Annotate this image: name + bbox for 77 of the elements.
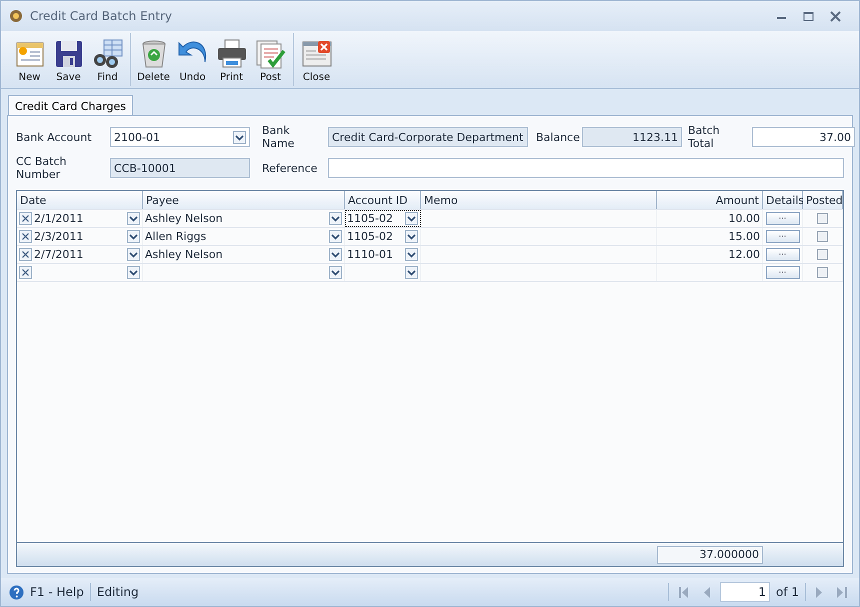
toolbar-button[interactable]: Delete [134, 33, 173, 86]
dropdown-caret-icon[interactable] [405, 248, 418, 261]
toolbar-button[interactable]: Post [251, 33, 290, 86]
window-title: Credit Card Batch Entry [30, 9, 174, 23]
close-icon[interactable] [830, 10, 841, 22]
batch-total-field[interactable]: 37.00 [752, 127, 855, 147]
column-header[interactable]: Details [763, 191, 803, 209]
column-header[interactable]: Account ID [345, 191, 421, 209]
posted-checkbox[interactable] [817, 249, 828, 260]
dropdown-caret-icon[interactable] [405, 230, 418, 243]
payee-cell-text: Ashley Nelson [145, 212, 224, 225]
batch-number-field[interactable]: CCB-10001 [110, 158, 250, 178]
amount-cell: 12.00 [728, 248, 760, 261]
amount-cell: 10.00 [728, 212, 760, 225]
date-cell-text: 2/7/2011 [34, 248, 84, 261]
dropdown-caret-icon[interactable] [329, 230, 342, 243]
bank-name-field[interactable]: Credit Card-Corporate Department [328, 127, 528, 147]
account-id-cell-text: 1110-01 [347, 248, 394, 261]
dropdown-caret-icon[interactable] [329, 266, 342, 279]
details-button[interactable]: ··· [766, 212, 800, 225]
account-id-cell-text: 1105-02 [347, 230, 394, 243]
details-button[interactable]: ··· [766, 248, 800, 261]
amount-cell: 15.00 [728, 230, 760, 243]
payee-cell-text: Ashley Nelson [145, 248, 224, 261]
page-number-field[interactable]: 1 [720, 582, 770, 602]
field-label: CC Batch Number [16, 155, 68, 181]
posted-checkbox[interactable] [817, 213, 828, 224]
field-label: Reference [262, 162, 318, 174]
toolbar-button[interactable]: Close [297, 33, 336, 86]
app-icon [9, 9, 23, 23]
delete-row-icon[interactable] [19, 230, 32, 243]
column-header[interactable]: Memo [421, 191, 657, 209]
toolbar-button[interactable]: Save [49, 33, 88, 86]
dropdown-caret-icon[interactable] [405, 266, 418, 279]
delete-row-icon[interactable] [19, 212, 32, 225]
mode-status: Editing [96, 585, 140, 599]
details-button[interactable]: ··· [766, 266, 800, 279]
dropdown-caret-icon[interactable] [233, 130, 246, 144]
help-hint: F1 - Help [30, 585, 84, 599]
payee-cell-text: Allen Riggs [145, 230, 208, 243]
column-header[interactable]: Payee [143, 191, 345, 209]
details-button[interactable]: ··· [766, 230, 800, 243]
toolbar-button[interactable]: Find [88, 33, 127, 86]
field-label: Bank Account [16, 130, 93, 144]
amount-total-field: 37.000000 [657, 546, 763, 564]
delete-row-icon[interactable] [19, 248, 32, 261]
delete-row-icon[interactable] [19, 266, 32, 279]
toolbar-button[interactable]: Undo [173, 33, 212, 86]
posted-checkbox[interactable] [817, 231, 828, 242]
date-cell-text: 2/3/2011 [34, 230, 84, 243]
column-header[interactable]: Posted [803, 191, 843, 209]
bank-account-dropdown[interactable]: 2100-01 [110, 127, 250, 147]
document-checkmark-icon [254, 38, 286, 70]
tab[interactable]: Credit Card Charges [8, 95, 134, 116]
account-id-cell-text: 1105-02 [347, 212, 394, 225]
balance-field[interactable]: 1123.11 [582, 127, 682, 147]
posted-checkbox[interactable] [817, 267, 828, 278]
dropdown-caret-icon[interactable] [127, 212, 140, 225]
binoculars-icon [92, 38, 124, 70]
dropdown-caret-icon[interactable] [127, 266, 140, 279]
maximize-icon[interactable] [803, 10, 814, 22]
help-icon[interactable] [9, 584, 24, 600]
dropdown-caret-icon[interactable] [127, 248, 140, 261]
dropdown-caret-icon[interactable] [329, 248, 342, 261]
column-header[interactable]: Date [17, 191, 143, 209]
dropdown-caret-icon[interactable] [329, 212, 342, 225]
column-header[interactable]: Amount [657, 191, 763, 209]
page-count: of 1 [776, 585, 799, 599]
reference-field[interactable] [328, 158, 844, 178]
printer-icon [216, 38, 248, 70]
date-cell-text: 2/1/2011 [34, 212, 84, 225]
toolbar-button[interactable]: New [10, 33, 49, 86]
field-label: Bank Name [262, 124, 296, 150]
dropdown-caret-icon[interactable] [405, 212, 418, 225]
toolbar-button[interactable]: Print [212, 33, 251, 86]
dropdown-caret-icon[interactable] [127, 230, 140, 243]
field-label: Batch Total [688, 124, 721, 150]
